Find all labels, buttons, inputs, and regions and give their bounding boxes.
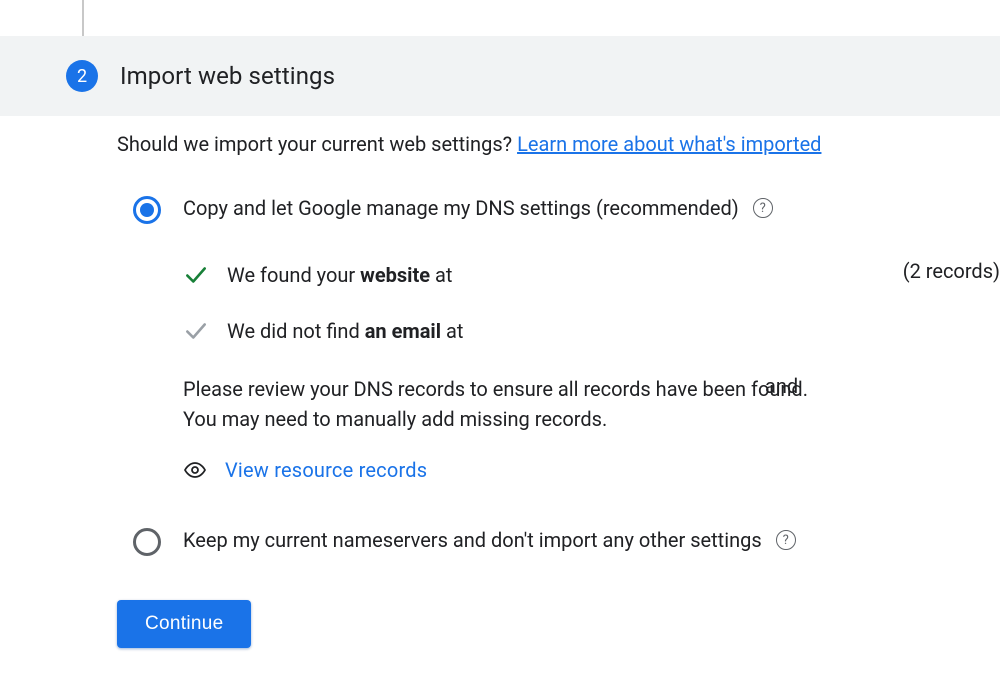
continue-button[interactable]: Continue xyxy=(117,600,251,648)
found-website-text: We found your website at xyxy=(227,263,452,287)
option-body-copy-dns: Copy and let Google manage my DNS settin… xyxy=(183,196,1000,482)
option-body-keep: Keep my current nameservers and don't im… xyxy=(183,528,1000,552)
found-email-text: We did not find an email at xyxy=(227,319,463,343)
eye-icon xyxy=(183,458,207,482)
step-number-badge: 2 xyxy=(66,60,98,92)
view-resource-records[interactable]: View resource records xyxy=(183,458,427,482)
dns-detail-block: We found your website at We did not find… xyxy=(183,262,1000,344)
option-copy-dns[interactable]: Copy and let Google manage my DNS settin… xyxy=(133,196,1000,482)
stepper-line xyxy=(82,0,84,36)
check-gray-icon xyxy=(183,318,209,344)
radio-keep-nameservers[interactable] xyxy=(133,528,161,556)
step-number: 2 xyxy=(77,66,87,87)
option-keep-nameservers[interactable]: Keep my current nameservers and don't im… xyxy=(133,528,1000,556)
option-keep-label-row: Keep my current nameservers and don't im… xyxy=(183,528,1000,552)
found-email-prefix: We did not find xyxy=(227,319,365,343)
review-note-line-2: You may need to manually add missing rec… xyxy=(183,404,1000,434)
page: 2 Import web settings Should we import y… xyxy=(0,0,1000,685)
learn-more-link[interactable]: Learn more about what's imported xyxy=(517,132,821,156)
found-website-bold: website xyxy=(360,263,430,287)
view-records-label: View resource records xyxy=(225,458,427,482)
records-count: (2 records) xyxy=(903,259,1000,283)
review-note-line-1: Please review your DNS records to ensure… xyxy=(183,374,1000,404)
step-header: 2 Import web settings xyxy=(0,36,1000,116)
prompt-row: Should we import your current web settin… xyxy=(117,132,1000,156)
found-email-row: We did not find an email at xyxy=(183,318,1000,344)
found-email-bold: an email xyxy=(365,319,441,343)
check-icon xyxy=(183,262,209,288)
option-keep-label: Keep my current nameservers and don't im… xyxy=(183,528,762,552)
help-icon[interactable]: ? xyxy=(753,198,773,218)
found-email-suffix: at xyxy=(441,319,463,343)
prompt-text: Should we import your current web settin… xyxy=(117,132,517,156)
found-website-suffix: at xyxy=(430,263,452,287)
help-icon[interactable]: ? xyxy=(776,530,796,550)
found-website-row: We found your website at xyxy=(183,262,1000,288)
option-copy-dns-label-row: Copy and let Google manage my DNS settin… xyxy=(183,196,1000,220)
review-note: Please review your DNS records to ensure… xyxy=(183,374,1000,434)
option-copy-dns-label: Copy and let Google manage my DNS settin… xyxy=(183,196,739,220)
step-body: Should we import your current web settin… xyxy=(117,116,1000,648)
step-title: Import web settings xyxy=(120,62,335,90)
found-website-and: and xyxy=(765,374,798,398)
found-website-prefix: We found your xyxy=(227,263,360,287)
radio-copy-dns[interactable] xyxy=(133,196,161,224)
